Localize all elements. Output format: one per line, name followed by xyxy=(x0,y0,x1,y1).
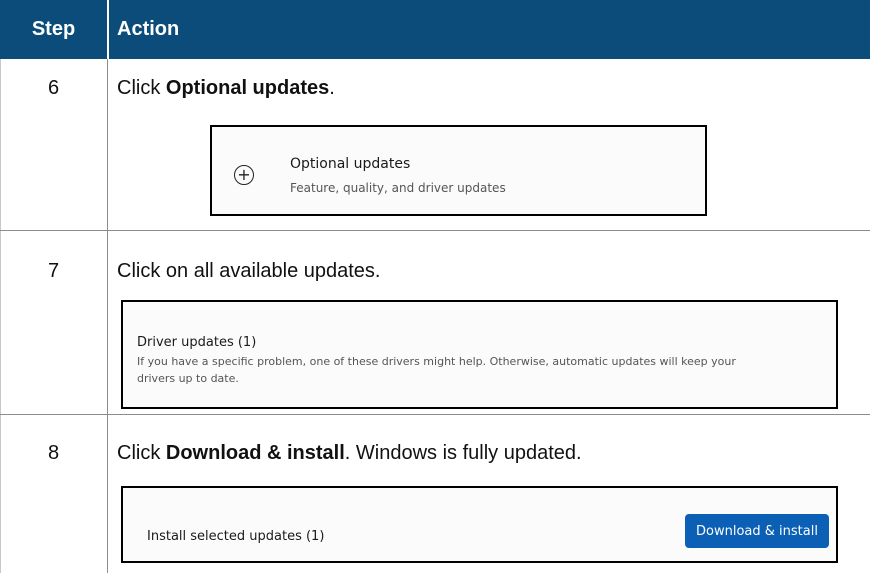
instruction-text: Click xyxy=(117,442,166,464)
instruction-bold: Download & install xyxy=(165,442,345,464)
table-header: Step Action xyxy=(0,0,870,59)
install-selected-label: Install selected updates (1) xyxy=(147,529,325,544)
step-number: 8 xyxy=(47,442,60,464)
step-instruction: Click on all available updates. xyxy=(117,260,381,282)
driver-updates-screenshot: Driver updates (1) If you have a specifi… xyxy=(121,300,838,409)
download-install-button[interactable]: Download & install xyxy=(685,514,829,548)
optional-updates-subtitle: Feature, quality, and driver updates xyxy=(290,181,506,195)
row-divider xyxy=(0,230,870,231)
step-number: 6 xyxy=(47,77,60,99)
instruction-text: Click xyxy=(117,77,166,99)
header-action: Action xyxy=(117,18,180,40)
instruction-text: . Windows is fully updated. xyxy=(344,442,582,464)
step-instruction: Click Optional updates. xyxy=(117,77,335,100)
driver-updates-title: Driver updates (1) xyxy=(137,335,257,350)
driver-updates-desc-line1: If you have a specific problem, one of t… xyxy=(137,355,736,368)
step-instruction: Click Download & install. Windows is ful… xyxy=(117,442,582,465)
instruction-text: . xyxy=(329,77,335,99)
row-divider xyxy=(0,414,870,415)
table-left-border xyxy=(0,59,1,573)
step-number: 7 xyxy=(47,260,60,282)
header-step: Step xyxy=(31,18,76,40)
driver-updates-desc-line2: drivers up to date. xyxy=(137,372,239,385)
column-divider xyxy=(107,59,108,573)
optional-updates-title: Optional updates xyxy=(290,156,411,172)
install-updates-screenshot: Install selected updates (1) Download & … xyxy=(121,486,838,563)
instruction-bold: Optional updates xyxy=(165,77,330,99)
optional-updates-screenshot: + Optional updates Feature, quality, and… xyxy=(210,125,707,216)
header-divider xyxy=(107,0,109,59)
plus-circle-icon: + xyxy=(234,165,254,185)
